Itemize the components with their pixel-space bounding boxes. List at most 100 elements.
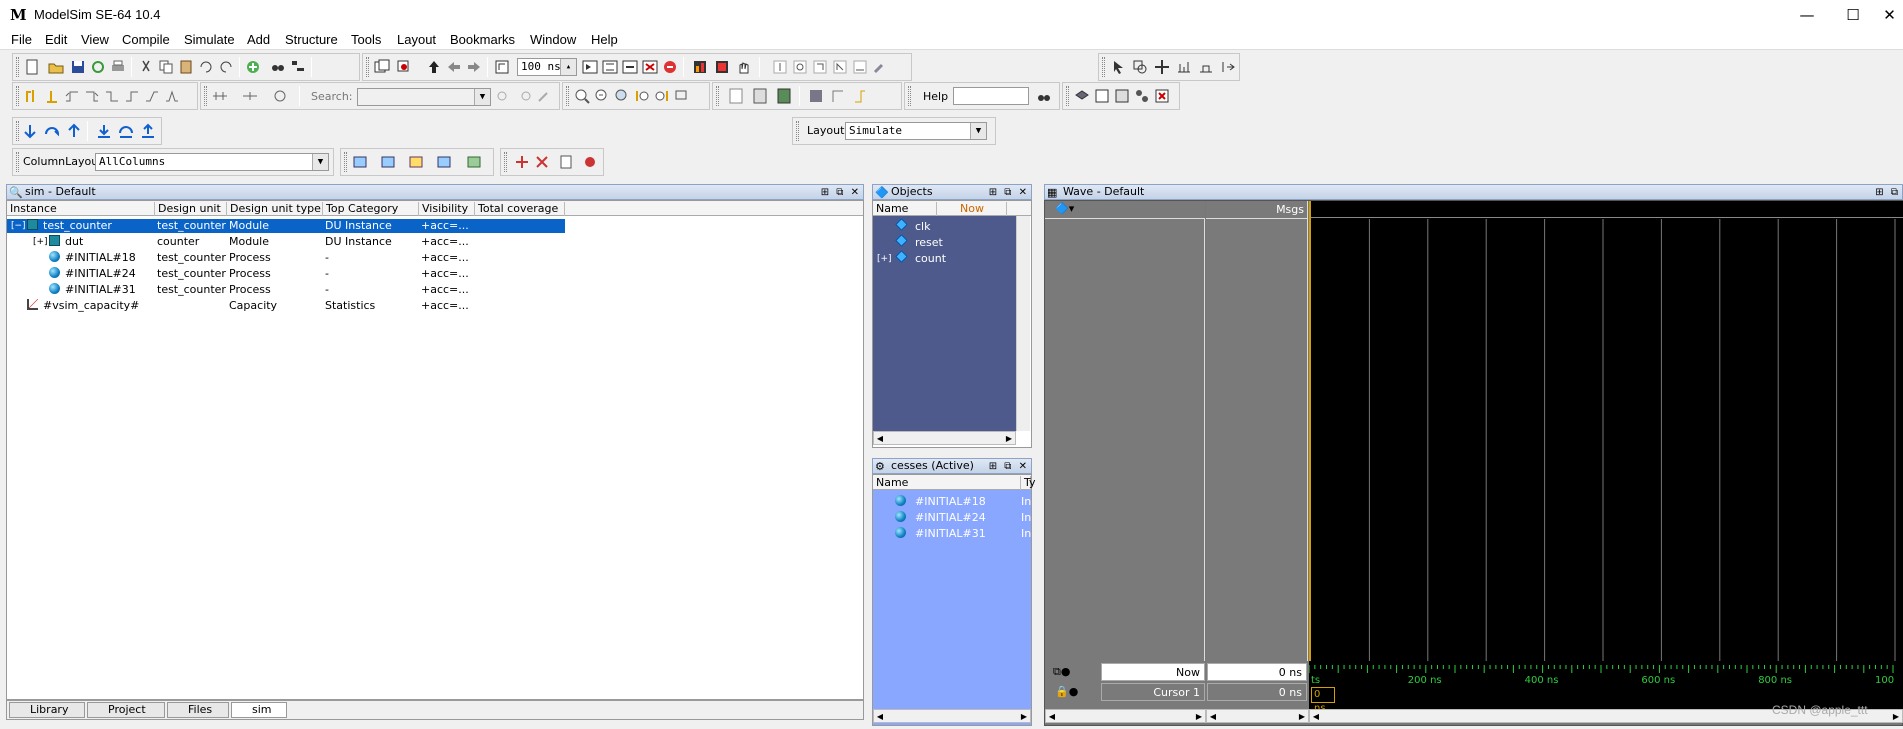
menu-window[interactable]: Window — [530, 32, 576, 47]
wave-step-left-icon[interactable] — [829, 87, 847, 105]
search-right-icon[interactable] — [515, 87, 533, 105]
close-all-icon[interactable] — [1153, 87, 1171, 105]
step-icon[interactable] — [771, 58, 789, 76]
edge-icon[interactable] — [143, 87, 161, 105]
col-total-coverage[interactable]: Total coverage — [475, 202, 565, 216]
zoom-in-icon[interactable] — [573, 87, 591, 105]
open-folder-icon[interactable] — [47, 58, 65, 76]
break-run-icon[interactable] — [641, 58, 659, 76]
print-icon[interactable] — [109, 58, 127, 76]
col-design-unit[interactable]: Design unit — [155, 202, 227, 216]
zoom-range-icon[interactable] — [673, 87, 691, 105]
time-mode-icon[interactable] — [271, 87, 289, 105]
insert-cursor-icon[interactable] — [23, 87, 41, 105]
remove-column-icon[interactable] — [379, 153, 397, 171]
glitch-icon[interactable] — [163, 87, 181, 105]
wave-pane-controls[interactable]: ⊞ ⧉ — [1875, 186, 1900, 199]
cursor-lock-icon[interactable]: 🔒● — [1055, 685, 1078, 698]
menu-bookmarks[interactable]: Bookmarks — [450, 32, 515, 47]
process-item[interactable]: #INITIAL#24 In — [873, 511, 1031, 525]
memory-icon[interactable] — [713, 58, 731, 76]
stop-drawing-icon[interactable] — [1219, 58, 1237, 76]
delete-cursor-icon[interactable] — [43, 87, 61, 105]
back-icon[interactable] — [445, 58, 463, 76]
tree-expander-icon[interactable]: [+] — [33, 235, 48, 249]
column-options-icon[interactable] — [435, 153, 453, 171]
step-over-next-icon[interactable] — [117, 122, 135, 140]
menu-structure[interactable]: Structure — [285, 32, 338, 47]
cut-icon[interactable] — [137, 58, 155, 76]
menu-file[interactable]: File — [11, 32, 32, 47]
tab-project[interactable]: Project — [87, 702, 165, 718]
pane-controls[interactable]: ⊞ ⧉ ✕ — [821, 186, 861, 199]
run-length-spinner-icon[interactable]: ▴ — [560, 59, 576, 75]
tab-library[interactable]: Library — [9, 702, 85, 718]
copy-icon[interactable] — [157, 58, 175, 76]
undo-icon[interactable] — [197, 58, 215, 76]
run-icon[interactable] — [581, 58, 599, 76]
columnlayout-select[interactable]: AllColumns ▼ — [95, 153, 329, 171]
col-proc-type[interactable]: Ty — [1021, 476, 1036, 490]
wave-expand-icon[interactable] — [775, 87, 793, 105]
run-length-icon[interactable] — [493, 58, 511, 76]
wave-view-icon[interactable] — [727, 87, 745, 105]
disable-breakpoints-icon[interactable] — [533, 153, 551, 171]
table-row[interactable]: #vsim_capacity# Capacity Statistics +acc=..… — [7, 299, 565, 313]
network-icon[interactable] — [1133, 87, 1151, 105]
search-left-icon[interactable] — [495, 87, 513, 105]
processes-hscroll[interactable]: ◀ ▶ — [873, 709, 1031, 723]
zoom-out-icon[interactable] — [593, 87, 611, 105]
wave-step-right-icon[interactable] — [851, 87, 869, 105]
pan-mode-icon[interactable] — [1153, 58, 1171, 76]
wave-names-hscroll[interactable]: ◀ ▶ — [1045, 709, 1206, 723]
tree-expander-icon[interactable]: [+] — [877, 252, 892, 266]
collapse-all-icon[interactable] — [289, 58, 307, 76]
tree-expander-icon[interactable]: [−] — [11, 219, 26, 233]
columnlayout-dropdown-icon[interactable]: ▼ — [312, 154, 328, 170]
wave-canvas[interactable] — [1309, 201, 1903, 661]
process-item[interactable]: #INITIAL#18 In — [873, 495, 1031, 509]
falling-edge-icon[interactable] — [103, 87, 121, 105]
wave-compress-icon[interactable] — [751, 87, 769, 105]
rising-edge-icon[interactable] — [123, 87, 141, 105]
menu-tools[interactable]: Tools — [351, 32, 381, 47]
paste-icon[interactable] — [177, 58, 195, 76]
wave-add-icon[interactable]: 🔷▾ — [1055, 202, 1074, 215]
table-row[interactable]: #INITIAL#31 test_counter Process - +acc=... — [7, 283, 565, 297]
col-top-category[interactable]: Top Category — [323, 202, 419, 216]
run-length-input[interactable]: 100 ns ▴ — [517, 58, 577, 76]
col-name[interactable]: Name — [873, 202, 937, 216]
minimize-button[interactable]: — — [1784, 0, 1830, 30]
table-row[interactable]: [−] test_counter test_counter Module DU Inst… — [7, 219, 565, 233]
layout-dropdown-icon[interactable]: ▼ — [970, 123, 986, 139]
previous-transition-icon[interactable] — [63, 87, 81, 105]
col-design-unit-type[interactable]: Design unit type — [227, 202, 323, 216]
col-proc-name[interactable]: Name — [873, 476, 1021, 490]
maximize-button[interactable]: ☐ — [1830, 0, 1876, 30]
step-into-arrow-icon[interactable] — [21, 122, 39, 140]
zoom-mode-icon[interactable] — [1131, 58, 1149, 76]
break-icon[interactable] — [395, 58, 413, 76]
search-dropdown-icon[interactable]: ▼ — [474, 89, 490, 105]
edit-mode-icon[interactable] — [1175, 58, 1193, 76]
run-all-icon[interactable] — [621, 58, 639, 76]
cursor-add-icon[interactable]: ⧉● — [1053, 665, 1070, 679]
zoom-in-cursor-icon[interactable] — [633, 87, 651, 105]
menu-simulate[interactable]: Simulate — [184, 32, 235, 47]
breakpoint-list-icon[interactable] — [557, 153, 575, 171]
processes-pane-controls[interactable]: ⊞ ⧉ ✕ — [989, 460, 1029, 473]
expand-time-icon[interactable] — [211, 87, 229, 105]
menu-view[interactable]: View — [81, 32, 109, 47]
cursor-time-box[interactable]: 0 ns — [1311, 687, 1335, 714]
menu-compile[interactable]: Compile — [122, 32, 170, 47]
objects-vscroll[interactable] — [1016, 216, 1030, 431]
step-into-icon[interactable] — [811, 58, 829, 76]
apply-column-icon[interactable] — [465, 153, 483, 171]
next-transition-icon[interactable] — [83, 87, 101, 105]
search-input[interactable]: ▼ — [357, 88, 491, 106]
stop-icon[interactable] — [661, 58, 679, 76]
col-visibility[interactable]: Visibility — [419, 202, 475, 216]
table-row[interactable]: [+] dut counter Module DU Instance +acc=... — [7, 235, 565, 249]
add-column-icon[interactable] — [351, 153, 369, 171]
step-out-arrow-icon[interactable] — [65, 122, 83, 140]
